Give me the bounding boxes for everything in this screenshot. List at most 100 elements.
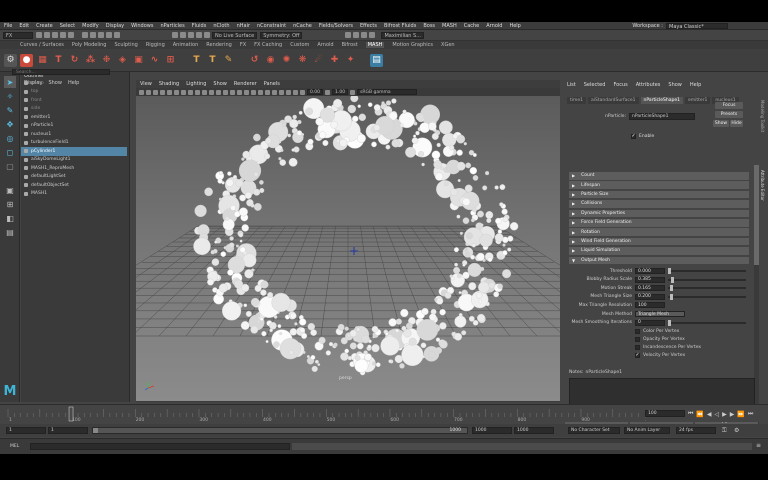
gamma-field[interactable]: 1.00: [332, 89, 349, 95]
show-button[interactable]: Show: [713, 120, 729, 127]
shelf-tab-xgen[interactable]: XGen: [441, 42, 455, 48]
symmetry-dropdown[interactable]: Symmetry: Off: [260, 31, 303, 39]
outliner-item[interactable]: defaultObjectSet: [21, 181, 127, 190]
outliner-item[interactable]: nucleus1: [21, 130, 127, 139]
menu-display[interactable]: Display: [106, 23, 124, 29]
mash-orient-icon[interactable]: ✎: [222, 54, 235, 67]
xray-icon[interactable]: [286, 89, 291, 95]
mash-placer-icon[interactable]: ✚: [328, 54, 341, 67]
mash-visibility-icon[interactable]: ▣: [132, 54, 145, 67]
scale-tool-icon[interactable]: ◻: [4, 146, 16, 158]
section-collisions[interactable]: ▶ Collisions: [569, 200, 749, 209]
menu-edit[interactable]: Edit: [19, 23, 29, 29]
field-value[interactable]: 0: [635, 319, 665, 326]
shelf-tab-arnold[interactable]: Arnold: [317, 42, 333, 48]
snap-curve-icon[interactable]: [180, 32, 186, 38]
menu-help[interactable]: Help: [509, 23, 520, 29]
outliner-item[interactable]: nParticle1: [21, 122, 127, 131]
step-back-key-icon[interactable]: ⏪: [696, 411, 703, 418]
checkbox[interactable]: ✓: [635, 353, 640, 359]
auto-key-icon[interactable]: ⚿: [722, 427, 727, 435]
menu-bifrost-fluids[interactable]: Bifrost Fluids: [384, 23, 416, 29]
outliner-item[interactable]: emitter1: [21, 113, 127, 122]
camera-select-icon[interactable]: [139, 89, 144, 95]
default-material-icon[interactable]: [230, 89, 235, 95]
outliner-item[interactable]: aiSkyDomeLight1: [21, 156, 127, 165]
menu-ncloth[interactable]: nCloth: [213, 23, 229, 29]
ae-menu-focus[interactable]: Focus: [613, 82, 627, 88]
go-to-start-icon[interactable]: ⏮: [688, 410, 693, 418]
backface-culling-icon[interactable]: [300, 89, 305, 95]
slider-knob[interactable]: [669, 285, 673, 292]
mash-time-icon[interactable]: ↻: [68, 54, 81, 67]
move-tool-icon[interactable]: ✥: [4, 118, 16, 130]
mash-signal-icon[interactable]: ◉: [264, 54, 277, 67]
film-gate-icon[interactable]: [174, 89, 179, 95]
resolution-gate-icon[interactable]: [181, 89, 186, 95]
isolate-select-icon[interactable]: [279, 89, 284, 95]
section-lifespan[interactable]: ▶ Lifespan: [569, 181, 749, 190]
mash-text-icon[interactable]: T: [190, 54, 203, 67]
play-forward-icon[interactable]: ▶: [722, 411, 727, 418]
xray-joints-icon[interactable]: [293, 89, 298, 95]
menuset-dropdown[interactable]: FX: [3, 31, 33, 39]
ipr-render-icon[interactable]: [353, 32, 360, 38]
outliner-item[interactable]: side: [21, 105, 127, 114]
section-particle-size[interactable]: ▶ Particle Size: [569, 190, 749, 200]
menu-windows[interactable]: Windows: [131, 23, 153, 29]
section-wind-field-generation[interactable]: ▶ Wind Field Generation: [569, 237, 749, 247]
gate-mask-icon[interactable]: [188, 89, 193, 95]
menu-create[interactable]: Create: [36, 23, 53, 29]
viewport-menu-panels[interactable]: Panels: [264, 81, 280, 87]
outliner-item[interactable]: pCylinder1: [21, 147, 127, 156]
outliner-item[interactable]: MASH1: [21, 190, 127, 199]
shelf-menu-gear-icon[interactable]: ⚙: [4, 53, 17, 67]
ae-menu-help[interactable]: Help: [690, 82, 701, 88]
enable-checkbox[interactable]: ✓: [631, 134, 636, 139]
character-set-dropdown[interactable]: No Character Set: [568, 427, 620, 434]
field-value[interactable]: 0.165: [635, 285, 665, 292]
viewport-menu-shading[interactable]: Shading: [159, 81, 179, 87]
ae-menu-selected[interactable]: Selected: [584, 82, 606, 88]
script-editor-icon[interactable]: ≡: [756, 442, 761, 449]
user-account-button[interactable]: Maximilian S...: [381, 31, 424, 39]
checkbox-velocity-per-vertex[interactable]: ✓ Velocity Per Vertex: [635, 352, 685, 360]
go-to-end-icon[interactable]: ⏭: [748, 410, 753, 418]
menu-nconstraint[interactable]: nConstraint: [257, 23, 286, 29]
select-component-icon[interactable]: [98, 32, 104, 38]
mash-merge-icon[interactable]: ✦: [344, 54, 357, 67]
snap-view-icon[interactable]: [196, 32, 202, 38]
mash-world-icon[interactable]: ✺: [280, 54, 293, 67]
menu-modify[interactable]: Modify: [82, 23, 99, 29]
ae-tab-nparticleshape1[interactable]: nParticleShape1: [640, 96, 683, 104]
select-hierarchy-icon[interactable]: [82, 32, 88, 38]
attribute-editor-tab[interactable]: Attribute Editor: [760, 170, 765, 201]
smooth-shade-icon[interactable]: [223, 89, 228, 95]
persp-graph-layout-icon[interactable]: ▤: [4, 226, 16, 238]
viewport-menu-lighting[interactable]: Lighting: [186, 81, 206, 87]
playhead[interactable]: [68, 406, 74, 422]
checkbox[interactable]: [635, 345, 640, 351]
camera-attributes-icon[interactable]: [146, 89, 151, 95]
field-slider[interactable]: [668, 276, 746, 283]
safe-title-icon[interactable]: [209, 89, 214, 95]
step-forward-key-icon[interactable]: ⏩: [737, 411, 744, 418]
ae-tab-emitter1[interactable]: emitter1: [684, 96, 711, 104]
mash-influence-icon[interactable]: ❋: [296, 54, 309, 67]
menu-fluids[interactable]: Fluids: [192, 23, 207, 29]
play-backward-icon[interactable]: ◁: [715, 411, 720, 418]
slider-knob[interactable]: [669, 293, 673, 300]
section-output-mesh[interactable]: ▼ Output Mesh: [569, 256, 749, 266]
mash-id-icon[interactable]: ❉: [100, 54, 113, 67]
shelf-tab-motion-graphics[interactable]: Motion Graphics: [392, 42, 433, 48]
live-surface-dropdown[interactable]: No Live Surface: [212, 31, 258, 39]
motion-blur-icon[interactable]: [265, 89, 270, 95]
shelf-tab-rigging[interactable]: Rigging: [146, 42, 165, 48]
shelf-tab-curves-surfaces[interactable]: Curves / Surfaces: [20, 42, 64, 48]
render-frame-icon[interactable]: [345, 32, 352, 38]
presets-button[interactable]: Presets: [715, 111, 743, 118]
checkbox[interactable]: [635, 336, 640, 342]
wireframe-icon[interactable]: [216, 89, 221, 95]
animation-end-field[interactable]: 1000: [514, 427, 554, 434]
lights-icon[interactable]: [244, 89, 249, 95]
